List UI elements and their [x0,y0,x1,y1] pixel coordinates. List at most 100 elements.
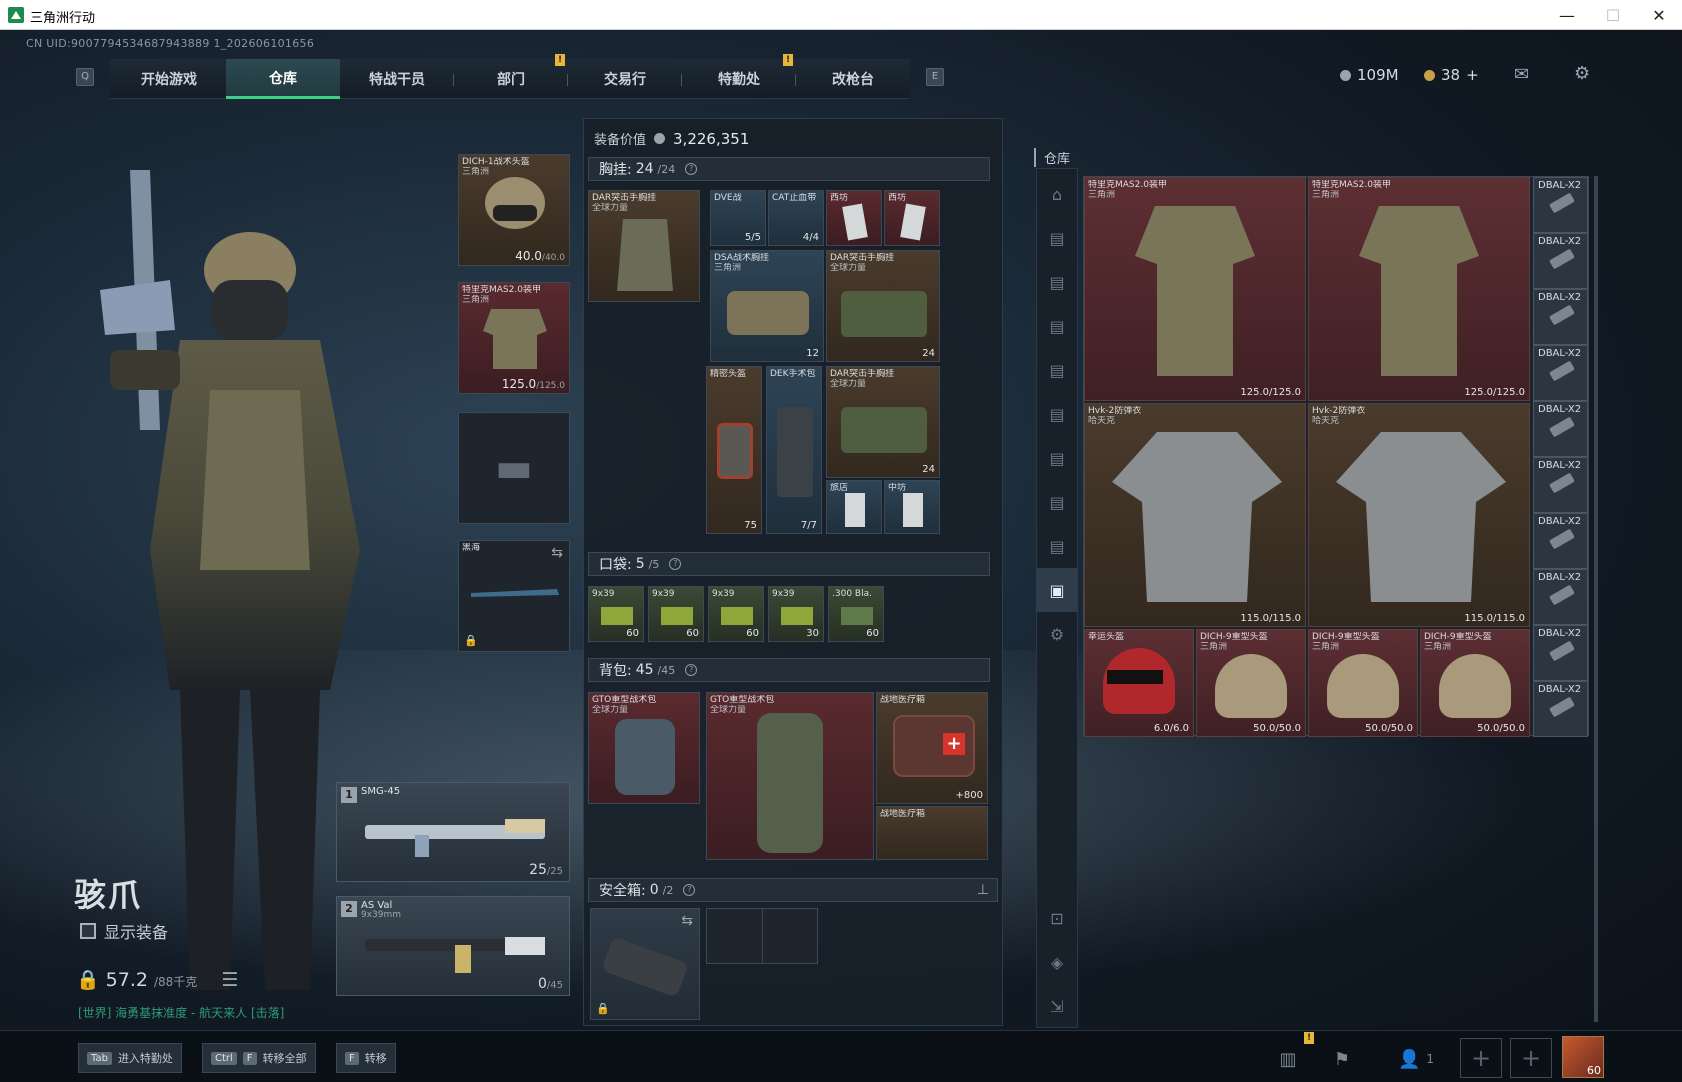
warehouse-attachment[interactable]: DBAL-X2 [1533,513,1588,569]
warehouse-item[interactable]: DICH-9重型头盔 三角洲 50.0/50.0 [1420,629,1530,737]
warehouse-attachment[interactable]: DBAL-X2 [1533,681,1588,737]
sort-icon[interactable]: ⊡ [1036,896,1078,940]
chest-item[interactable]: 西坊 [884,190,940,246]
helmet-filter-icon[interactable]: ▤ [1036,260,1078,304]
transfer-all-button[interactable]: Ctrl F 转移全部 [202,1043,316,1073]
pocket-item[interactable]: 9x39 30 [768,586,824,642]
warehouse-attachment[interactable]: DBAL-X2 [1533,401,1588,457]
chest-item[interactable]: DVE战 5/5 [710,190,766,246]
add-party-slot-button[interactable]: + [1460,1038,1502,1078]
tab-department[interactable]: 部门 [454,59,568,99]
show-equipment-toggle[interactable]: 显示装备 [80,919,168,943]
warehouse-item[interactable]: Hvk-2防弹衣 哈夫克 115.0/115.0 [1308,403,1530,627]
backpack-item[interactable]: 战地医疗箱 [876,806,988,860]
flag-icon[interactable]: ⚑ [1322,1044,1362,1074]
help-icon[interactable]: ? [669,558,682,570]
transfer-button[interactable]: F 转移 [336,1043,396,1073]
secondary-weapon-slot[interactable]: 2 AS Val 9x39mm 0/45 [336,896,570,996]
add-party-slot-button[interactable]: + [1510,1038,1552,1078]
help-icon[interactable]: ? [683,884,696,896]
armor-filter-icon[interactable]: ▤ [1036,216,1078,260]
nav-key-e[interactable]: E [926,68,944,86]
tab-trading[interactable]: 交易行 [568,59,682,99]
chest-rig-slot[interactable]: DAR突击手胸挂 全球力量 [588,190,700,302]
chest-item[interactable]: 中坊 [884,480,940,534]
pistol-placeholder-icon: ▬ [495,445,533,491]
layers-icon[interactable]: ◈ [1036,940,1078,984]
add-coin-button[interactable]: + [1466,66,1479,84]
swap-icon[interactable]: ⇆ [551,545,563,561]
chest-item[interactable]: 精密头盔 75 [706,366,762,534]
safebox-slot[interactable]: ⇆ 🔒 [590,908,700,1020]
help-icon[interactable]: ? [685,664,698,676]
safebox-grid[interactable] [706,908,818,964]
tab-warehouse[interactable]: 仓库 [226,59,340,99]
attachment-filter-icon[interactable]: ▣ [1036,568,1078,612]
weapon-filter-icon[interactable]: ▤ [1036,392,1078,436]
nav-key-q[interactable]: Q [76,68,94,86]
pocket-item[interactable]: 9x39 60 [648,586,704,642]
warehouse-all-icon[interactable]: ⌂ [1036,172,1078,216]
chest-item[interactable]: DAR突击手胸挂 全球力量 24 [826,250,940,362]
enter-special-ops-button[interactable]: Tab 进入特勤处 [78,1043,182,1073]
warehouse-attachment[interactable]: DBAL-X2 [1533,457,1588,513]
warehouse-item[interactable]: 特里克MAS2.0装甲 三角洲 125.0/125.0 [1084,177,1306,401]
settings-gear-icon[interactable]: ⚙ [1574,63,1590,84]
stats-chart-icon[interactable]: ▥ [1268,1044,1308,1074]
tab-special-ops[interactable]: 特勤处 [682,59,796,99]
tab-gunsmith[interactable]: 改枪台 [796,59,910,99]
warehouse-attachment[interactable]: DBAL-X2 [1533,625,1588,681]
warehouse-scrollbar[interactable] [1594,176,1598,1022]
primary-weapon-slot[interactable]: 1 SMG-45 25/25 [336,782,570,882]
warehouse-attachment[interactable]: DBAL-X2 [1533,233,1588,289]
warehouse-item[interactable]: 特里克MAS2.0装甲 三角洲 125.0/125.0 [1308,177,1530,401]
helmet-slot[interactable]: DICH-1战术头盔 三角洲 40.0/40.0 [458,154,570,266]
help-icon[interactable]: ? [685,163,698,175]
warehouse-attachment[interactable]: DBAL-X2 [1533,177,1588,233]
chest-item[interactable]: 旅店 [826,480,882,534]
close-button[interactable]: ✕ [1636,0,1682,30]
pistol-slot[interactable]: ▬ [458,412,570,524]
chest-item[interactable]: DAR突击手胸挂 全球力量 24 [826,366,940,478]
expand-icon[interactable]: ⇲ [1036,984,1078,1028]
backpack-filter-icon[interactable]: ▤ [1036,348,1078,392]
chest-item[interactable]: DSA战术胸挂 三角洲 12 [710,250,824,362]
pocket-item[interactable]: 9x39 60 [588,586,644,642]
warehouse-attachment[interactable]: DBAL-X2 [1533,289,1588,345]
backpack-item[interactable]: GTO重型战术包 全球力量 [706,692,874,860]
warehouse-attachment[interactable]: DBAL-X2 [1533,569,1588,625]
mail-icon[interactable]: ✉ [1514,64,1529,85]
misc-filter-icon[interactable]: ▤ [1036,524,1078,568]
warehouse-settings-icon[interactable]: ⚙ [1036,612,1078,656]
minimize-button[interactable]: — [1544,0,1590,30]
body-armor-icon [1112,432,1282,602]
world-chat-line[interactable]: [世界] 海勇基抹准度 - 航天来人 [击落] [78,1004,284,1021]
friends-button[interactable]: 👤 1 [1386,1044,1446,1074]
chest-item[interactable]: 西坊 [826,190,882,246]
pocket-item[interactable]: .300 Bla. 60 [828,586,884,642]
tab-start-game[interactable]: 开始游戏 [112,59,226,99]
armor-slot[interactable]: 特里克MAS2.0装甲 三角洲 125.0/125.0 [458,282,570,394]
pin-icon[interactable]: ⊥ [977,882,989,898]
warehouse-attachment[interactable]: DBAL-X2 [1533,345,1588,401]
chest-rig-header: 胸挂: 24/24 ? [588,157,990,181]
warehouse-item[interactable]: 幸运头盔 6.0/6.0 [1084,629,1194,737]
warehouse-item[interactable]: DICH-9重型头盔 三角洲 50.0/50.0 [1196,629,1306,737]
pocket-item[interactable]: 9x39 60 [708,586,764,642]
maximize-button[interactable]: ☐ [1590,0,1636,30]
medical-filter-icon[interactable]: ▤ [1036,480,1078,524]
chest-item[interactable]: CAT止血带 4/4 [768,190,824,246]
chest-item[interactable]: DEK手术包 7/7 [766,366,822,534]
player-avatar[interactable]: 60 [1562,1036,1604,1078]
warehouse-item[interactable]: Hvk-2防弹衣 哈夫克 115.0/115.0 [1084,403,1306,627]
melee-slot[interactable]: 黑海 ⇆ 🔒 [458,540,570,652]
weight-list-icon[interactable]: ☰ [221,969,238,991]
warehouse-item[interactable]: DICH-9重型头盔 三角洲 50.0/50.0 [1308,629,1418,737]
swap-icon[interactable]: ⇆ [681,913,693,929]
tab-operators[interactable]: 特战干员 [340,59,454,99]
rig-filter-icon[interactable]: ▤ [1036,304,1078,348]
backpack-item[interactable]: 战地医疗箱 + +800 [876,692,988,804]
ammo-filter-icon[interactable]: ▤ [1036,436,1078,480]
backpack-slot[interactable]: GTO重型战术包 全球力量 [588,692,700,804]
show-equipment-checkbox[interactable] [80,923,96,939]
